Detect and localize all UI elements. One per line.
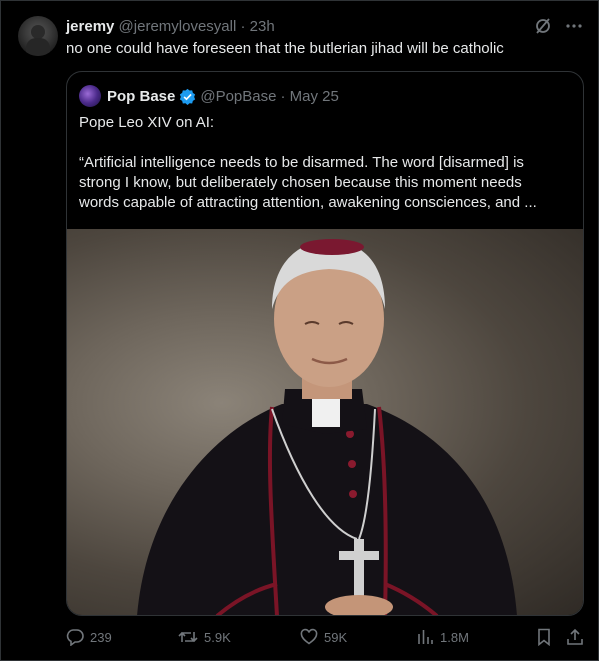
quoted-author-handle[interactable]: @PopBase (200, 88, 276, 105)
more-icon[interactable] (566, 24, 582, 28)
quoted-date[interactable]: · May 25 (280, 88, 338, 105)
author-name[interactable]: jeremy (66, 18, 114, 35)
tweet-card: jeremy @jeremylovesyall · 23h no one cou… (0, 0, 599, 661)
reply-icon (66, 628, 84, 646)
views-button[interactable]: 1.8M (416, 625, 469, 649)
repost-button[interactable]: 5.9K (178, 625, 231, 649)
grok-slash-icon[interactable] (534, 17, 552, 35)
like-button[interactable]: 59K (300, 625, 347, 649)
quoted-text-line: “Artificial intelligence needs to be dis… (79, 154, 524, 171)
quoted-avatar[interactable] (79, 85, 101, 107)
tweet-header: jeremy @jeremylovesyall · 23h (66, 17, 275, 37)
repost-icon (178, 628, 198, 646)
bookmark-icon (536, 628, 552, 646)
author-handle[interactable]: @jeremylovesyall (119, 18, 237, 35)
reply-button[interactable]: 239 (66, 625, 112, 649)
top-icons (534, 17, 582, 35)
repost-count: 5.9K (204, 629, 231, 645)
views-count: 1.8M (440, 629, 469, 645)
views-icon (416, 628, 434, 646)
quoted-photo[interactable] (67, 229, 583, 615)
like-icon (300, 628, 318, 646)
action-bar: 239 5.9K 59K 1.8M (66, 625, 586, 649)
quoted-text: Pope Leo XIV on AI: “Artificial intellig… (79, 113, 573, 213)
reply-count: 239 (90, 629, 112, 645)
like-count: 59K (324, 629, 348, 645)
quoted-author-name[interactable]: Pop Base (107, 88, 175, 105)
bookmark-button[interactable] (536, 625, 552, 649)
quoted-text-line: strong I know, but deliberately chosen b… (79, 174, 522, 191)
quoted-text-line: words capable of attracting attention, a… (79, 194, 537, 211)
share-button[interactable] (566, 625, 584, 649)
tweet-time[interactable]: · 23h (240, 18, 274, 35)
share-icon (566, 628, 584, 646)
quoted-text-line: Pope Leo XIV on AI: (79, 114, 215, 131)
quoted-header: Pop Base @PopBase · May 25 (79, 85, 339, 107)
author-avatar[interactable] (18, 16, 58, 56)
tweet-text: no one could have foreseen that the butl… (66, 40, 504, 57)
verified-badge-icon (179, 88, 196, 105)
quoted-tweet[interactable]: Pop Base @PopBase · May 25 Pope Leo XIV … (66, 71, 584, 616)
